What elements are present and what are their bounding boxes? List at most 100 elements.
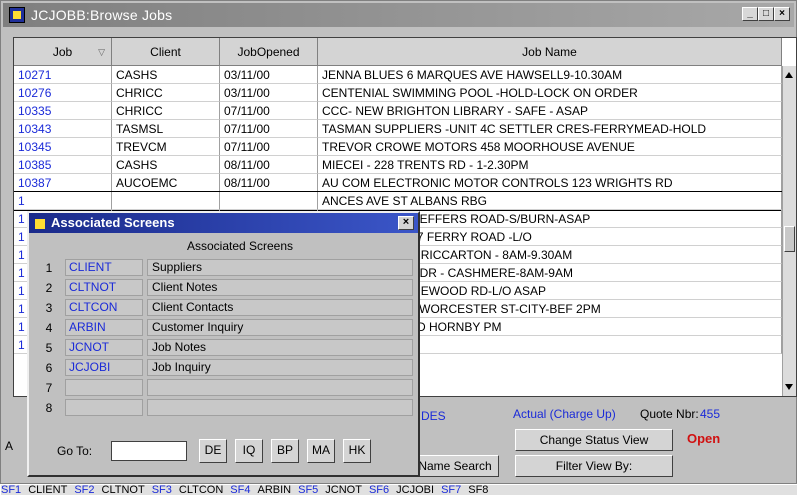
cell-opened: 07/11/00 <box>220 102 318 120</box>
screen-code[interactable]: CLTNOT <box>65 279 143 296</box>
associated-screen-row[interactable]: 7 <box>37 379 415 397</box>
table-row[interactable]: 10343 TASMSL 07/11/00 TASMAN SUPPLIERS -UNI… <box>14 120 784 138</box>
table-row[interactable]: 1 ANCES AVE ST ALBANS RBG <box>14 191 785 211</box>
associated-screen-row[interactable]: 5 JCNOT Job Notes <box>37 339 415 357</box>
row-number: 1 <box>45 261 53 275</box>
scroll-thumb[interactable] <box>784 226 795 252</box>
cell-client: TREVCM <box>112 138 220 156</box>
dialog-button-hk[interactable]: HK <box>343 439 371 463</box>
dialog-button-iq[interactable]: IQ <box>235 439 263 463</box>
screen-code[interactable]: CLTCON <box>65 299 143 316</box>
screen-description[interactable]: Customer Inquiry <box>147 319 413 336</box>
cell-client: CHRICC <box>112 102 220 120</box>
window-title: JCJOBB:Browse Jobs <box>31 7 173 23</box>
cell-opened: 03/11/00 <box>220 66 318 84</box>
cell-job: 10335 <box>14 102 112 120</box>
grid-scrollbar[interactable] <box>782 66 796 396</box>
cell-job: 1 <box>14 192 112 210</box>
screen-code[interactable] <box>65 399 143 416</box>
quote-nbr-label: Quote Nbr: <box>640 407 699 421</box>
associated-screen-row[interactable]: 4 ARBIN Customer Inquiry <box>37 319 415 337</box>
screen-code[interactable]: ARBIN <box>65 319 143 336</box>
screen-description[interactable] <box>147 399 413 416</box>
dialog-close-icon[interactable]: × <box>398 216 414 230</box>
associated-screen-row[interactable]: 1 CLIENT Suppliers <box>37 259 415 277</box>
quote-nbr-value: 455 <box>700 407 721 421</box>
dialog-icon <box>35 218 45 229</box>
screen-description[interactable]: Client Notes <box>147 279 413 296</box>
cell-name: CENTENIAL SWIMMING POOL -HOLD-LOCK ON OR… <box>318 84 782 102</box>
table-row[interactable]: 10271 CASHS 03/11/00 JENNA BLUES 6 MARQUES … <box>14 66 784 84</box>
row-number: 7 <box>45 381 53 395</box>
cell-job: 10345 <box>14 138 112 156</box>
cell-name: TASMAN SUPPLIERS -UNIT 4C SETTLER CRES-F… <box>318 120 782 138</box>
screen-code[interactable]: JCJOBI <box>65 359 143 376</box>
screen-description[interactable]: Client Contacts <box>147 299 413 316</box>
screen-description[interactable] <box>147 379 413 396</box>
row-number: 3 <box>45 301 53 315</box>
row-number: 4 <box>45 321 53 335</box>
goto-label: Go To: <box>57 444 93 458</box>
actual-charge-up-label: Actual (Charge Up) <box>513 407 616 421</box>
cell-job: 10343 <box>14 120 112 138</box>
cell-name: MIECEI - 228 TRENTS RD - 1-2.30PM <box>318 156 782 174</box>
associated-screens-dialog: Associated Screens × Associated Screens … <box>27 211 420 477</box>
maximize-button[interactable]: □ <box>758 7 774 21</box>
goto-input[interactable] <box>111 441 187 461</box>
cell-name: JENNA BLUES 6 MARQUES AVE HAWSELL9-10.30… <box>318 66 782 84</box>
cell-opened: 07/11/00 <box>220 138 318 156</box>
row-number: 8 <box>45 401 53 415</box>
cell-client: CASHS <box>112 156 220 174</box>
cell-client: AUCOEMC <box>112 174 220 192</box>
app-icon <box>9 7 25 23</box>
cell-job: 10387 <box>14 174 112 192</box>
scroll-down-icon[interactable] <box>785 384 793 390</box>
dialog-button-ma[interactable]: MA <box>307 439 335 463</box>
des-label: DES <box>421 409 446 423</box>
dialog-button-bp[interactable]: BP <box>271 439 299 463</box>
screen-description[interactable]: Job Inquiry <box>147 359 413 376</box>
dialog-button-de[interactable]: DE <box>199 439 227 463</box>
cell-opened <box>220 192 318 210</box>
cell-name: CCC- NEW BRIGHTON LIBRARY - SAFE - ASAP <box>318 102 782 120</box>
table-row[interactable]: 10276 CHRICC 03/11/00 CENTENIAL SWIMMING PO… <box>14 84 784 102</box>
column-header-job[interactable]: Job ▽ <box>14 38 112 66</box>
minimize-button[interactable]: _ <box>742 7 758 21</box>
associated-screen-row[interactable]: 2 CLTNOT Client Notes <box>37 279 415 297</box>
row-number: 2 <box>45 281 53 295</box>
associated-screen-row[interactable]: 3 CLTCON Client Contacts <box>37 299 415 317</box>
table-row[interactable]: 10387 AUCOEMC 08/11/00 AU COM ELECTRONIC MO… <box>14 174 784 192</box>
column-header-job-name[interactable]: Job Name <box>318 38 782 66</box>
cell-opened: 03/11/00 <box>220 84 318 102</box>
cell-job: 10276 <box>14 84 112 102</box>
screen-description[interactable]: Suppliers <box>147 259 413 276</box>
cell-job: 10385 <box>14 156 112 174</box>
row-number: 6 <box>45 361 53 375</box>
table-row[interactable]: 10335 CHRICC 07/11/00 CCC- NEW BRIGHTON LIB… <box>14 102 784 120</box>
panel-letter: A <box>5 439 14 453</box>
associated-screens-heading: Associated Screens <box>186 239 294 253</box>
screen-code[interactable]: JCNOT <box>65 339 143 356</box>
name-search-button[interactable]: Name Search <box>411 455 499 477</box>
cell-client: TASMSL <box>112 120 220 138</box>
scroll-up-icon[interactable] <box>785 72 793 78</box>
table-row[interactable]: 10385 CASHS 08/11/00 MIECEI - 228 TRENTS RD… <box>14 156 784 174</box>
dialog-title-bar[interactable]: Associated Screens × <box>29 213 418 233</box>
associated-screen-row[interactable]: 6 JCJOBI Job Inquiry <box>37 359 415 377</box>
filter-view-by-button[interactable]: Filter View By: <box>515 455 673 477</box>
table-row[interactable]: 10345 TREVCM 07/11/00 TREVOR CROWE MOTORS 4… <box>14 138 784 156</box>
screen-code[interactable]: CLIENT <box>65 259 143 276</box>
title-bar[interactable]: JCJOBB:Browse Jobs _ □ × <box>3 3 794 27</box>
close-button[interactable]: × <box>774 7 790 21</box>
cell-client <box>112 192 220 210</box>
change-status-view-button[interactable]: Change Status View <box>515 429 673 451</box>
cell-name: ANCES AVE ST ALBANS RBG <box>318 192 782 210</box>
column-header-client[interactable]: Client <box>112 38 220 66</box>
cell-opened: 08/11/00 <box>220 174 318 192</box>
cell-name: AU COM ELECTRONIC MOTOR CONTROLS 123 WRI… <box>318 174 782 192</box>
screen-description[interactable]: Job Notes <box>147 339 413 356</box>
screen-code[interactable] <box>65 379 143 396</box>
row-number: 5 <box>45 341 53 355</box>
column-header-job-opened[interactable]: JobOpened <box>220 38 318 66</box>
associated-screen-row[interactable]: 8 <box>37 399 415 417</box>
